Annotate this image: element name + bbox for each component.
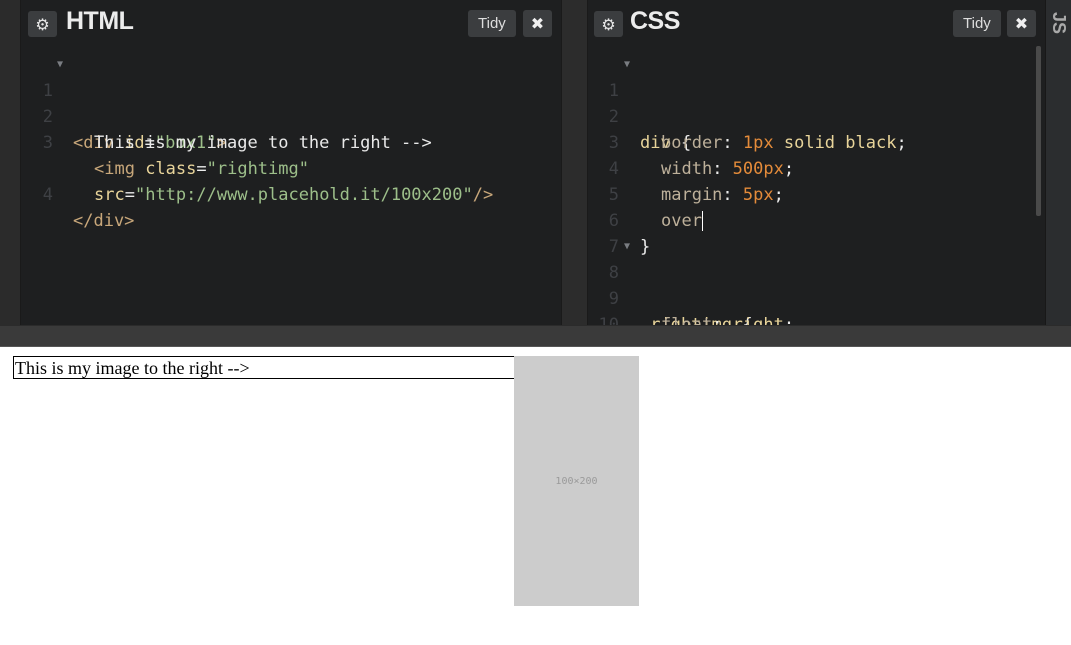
code-line: 1 ▼ <div id="box1">: [21, 52, 561, 153]
css-close-button[interactable]: ✖: [1007, 10, 1036, 37]
html-settings-button[interactable]: ⚙: [28, 11, 57, 37]
left-gutter: [0, 0, 21, 325]
box1-text: This is my image to the right -->: [15, 358, 250, 378]
gear-icon: ⚙: [35, 14, 50, 34]
code-line: src="http://www.placehold.it/100x200"/>: [21, 130, 561, 205]
html-panel: ⚙ HTML Tidy ✖ 1 ▼ <div id="box1"> 2 This…: [21, 0, 561, 325]
css-scrollbar[interactable]: [1036, 46, 1041, 216]
line-number: 4: [42, 185, 53, 205]
code-line: 4 margin: 5px;: [588, 130, 1045, 205]
editor-area: ⚙ HTML Tidy ✖ 1 ▼ <div id="box1"> 2 This…: [0, 0, 1071, 325]
code-line: 6 }: [588, 182, 1045, 257]
close-icon: ✖: [530, 14, 545, 33]
code-line: 7: [588, 208, 1045, 257]
fold-arrow-icon[interactable]: ▼: [624, 52, 630, 78]
code-line: 4 </div>: [21, 156, 561, 231]
js-panel-collapsed[interactable]: JS: [1045, 0, 1071, 325]
css-settings-button[interactable]: ⚙: [594, 11, 623, 37]
code-line: 5 over: [588, 156, 1045, 231]
css-panel-title: CSS: [630, 7, 680, 35]
code-line: 2 This is my image to the right -->: [21, 78, 561, 153]
code-token: =: [124, 185, 135, 205]
css-panel-header: ⚙ CSS Tidy ✖: [588, 0, 1045, 44]
code-line: 10 }: [588, 286, 1045, 325]
code-token: "http://www.placehold.it/100x200": [134, 185, 473, 205]
fold-arrow-icon[interactable]: ▼: [57, 52, 63, 78]
code-line: 8 ▼ .rightimg {: [588, 234, 1045, 325]
code-token: />: [472, 185, 494, 205]
result-resize-bar[interactable]: [0, 325, 1071, 347]
html-panel-header: ⚙ HTML Tidy ✖: [21, 0, 561, 44]
result-pane: This is my image to the right --> 100×20…: [0, 347, 1071, 645]
code-line: 3 width: 500px;: [588, 104, 1045, 179]
html-tidy-button[interactable]: Tidy: [468, 10, 516, 37]
css-panel: ⚙ CSS Tidy ✖ 1 ▼ div { 2 border: 1px sol…: [588, 0, 1045, 325]
code-token: </div>: [73, 211, 135, 231]
fold-arrow-icon[interactable]: ▼: [624, 234, 630, 260]
gear-icon: ⚙: [601, 14, 616, 34]
code-line: 2 border: 1px solid black;: [588, 78, 1045, 153]
html-code-editor[interactable]: 1 ▼ <div id="box1"> 2 This is my image t…: [21, 52, 561, 325]
css-tidy-button[interactable]: Tidy: [953, 10, 1001, 37]
code-line: 3 <img class="rightimg": [21, 104, 561, 179]
code-line: 1 ▼ div {: [588, 52, 1045, 153]
code-line: 11: [588, 312, 1045, 325]
close-icon: ✖: [1014, 14, 1029, 33]
js-panel-label: JS: [1049, 12, 1069, 35]
css-code-editor[interactable]: 1 ▼ div { 2 border: 1px solid black; 3 w…: [588, 52, 1045, 325]
code-line: 9 float: right;: [588, 260, 1045, 325]
html-panel-title: HTML: [66, 7, 134, 35]
html-close-button[interactable]: ✖: [523, 10, 552, 37]
placeholder-image-label: 100×200: [555, 475, 598, 487]
panel-divider[interactable]: [561, 0, 588, 325]
placeholder-image: 100×200: [514, 356, 639, 606]
